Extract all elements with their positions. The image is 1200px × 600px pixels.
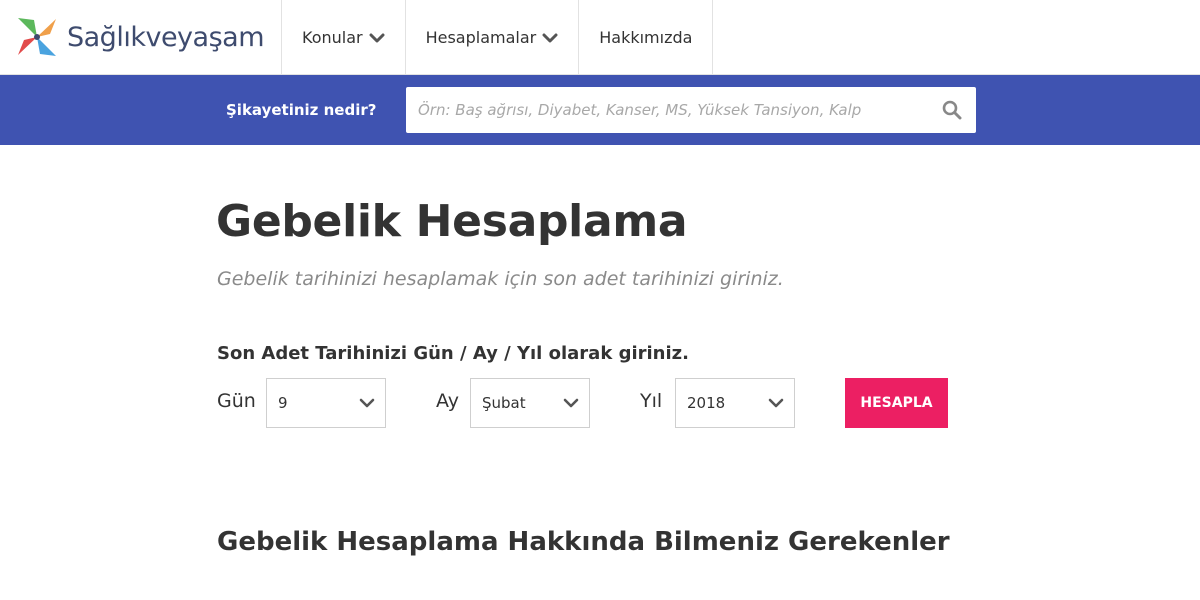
year-select-value: 2018 — [687, 394, 726, 412]
pinwheel-logo-icon — [18, 18, 56, 56]
page-title: Gebelik Hesaplama — [216, 196, 688, 247]
year-select[interactable]: 2018 — [675, 378, 795, 428]
logo-text: Sağlıkveyaşam — [67, 21, 265, 53]
page-subtitle: Gebelik tarihinizi hesaplamak için son a… — [217, 268, 784, 290]
day-select[interactable]: 9 — [266, 378, 386, 428]
section-title: Gebelik Hesaplama Hakkında Bilmeniz Gere… — [217, 527, 950, 557]
nav-item-label: Hesaplamalar — [425, 28, 537, 47]
month-select-value: Şubat — [482, 394, 526, 412]
nav-item-hesaplamalar[interactable]: Hesaplamalar — [404, 0, 579, 75]
nav-item-label: Hakkımızda — [599, 28, 693, 47]
nav-item-label: Konular — [302, 28, 363, 47]
nav-item-hakkimizda[interactable]: Hakkımızda — [578, 0, 714, 75]
main-nav: Konular Hesaplamalar Hakkımızda — [281, 0, 714, 75]
search-label: Şikayetiniz nedir? — [226, 101, 377, 119]
chevron-down-icon — [542, 32, 558, 44]
month-select[interactable]: Şubat — [470, 378, 590, 428]
site-logo[interactable]: Sağlıkveyaşam — [14, 14, 265, 60]
chevron-down-icon — [563, 398, 579, 408]
nav-item-konular[interactable]: Konular — [281, 0, 405, 75]
calculate-button[interactable]: HESAPLA — [845, 378, 948, 428]
day-select-value: 9 — [278, 394, 288, 412]
search-bar: Şikayetiniz nedir? — [0, 75, 1200, 145]
search-box — [406, 87, 976, 133]
chevron-down-icon — [369, 32, 385, 44]
chevron-down-icon — [768, 398, 784, 408]
chevron-down-icon — [359, 398, 375, 408]
top-navigation-bar: Sağlıkveyaşam Konular Hesaplamalar Hakkı… — [0, 0, 1200, 75]
day-label: Gün — [217, 390, 256, 412]
month-label: Ay — [436, 390, 459, 412]
form-instruction: Son Adet Tarihinizi Gün / Ay / Yıl olara… — [217, 343, 689, 364]
year-label: Yıl — [640, 390, 663, 412]
search-icon[interactable] — [942, 100, 962, 120]
search-input[interactable] — [406, 87, 926, 133]
